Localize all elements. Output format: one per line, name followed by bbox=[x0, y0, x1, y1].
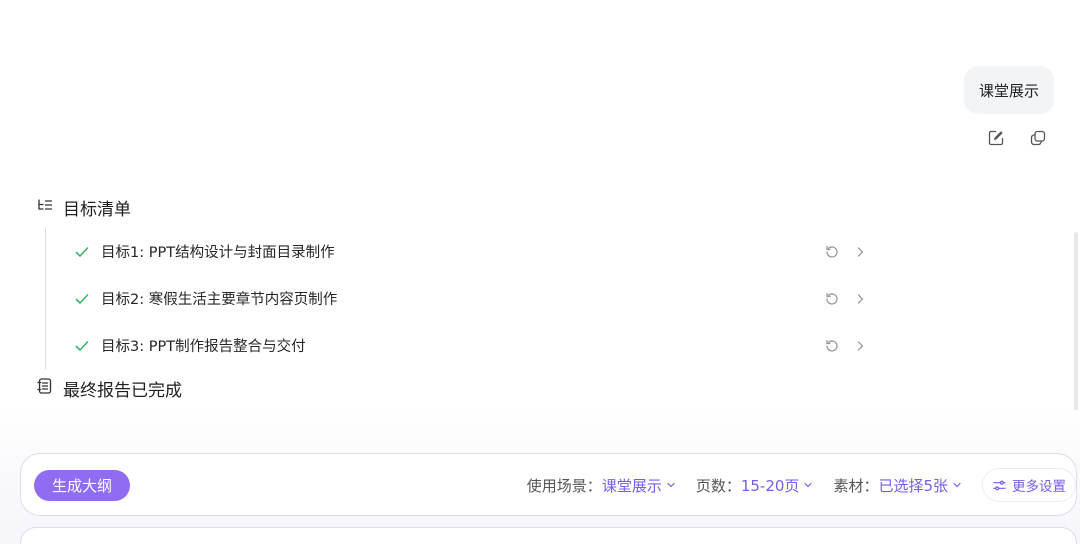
toolbar-options: 使用场景： 课堂展示 页数： 15-20页 素材： 已选择5张 更多设置 bbox=[527, 468, 1076, 502]
more-settings-label: 更多设置 bbox=[1012, 479, 1066, 495]
pages-option[interactable]: 页数： 15-20页 bbox=[696, 475, 814, 496]
final-report-status[interactable]: 最终报告已完成 bbox=[36, 376, 182, 401]
outline-toolbar: 生成大纲 使用场景： 课堂展示 页数： 15-20页 素材： 已选择5张 更多设… bbox=[20, 453, 1077, 516]
generate-outline-button[interactable]: 生成大纲 bbox=[34, 470, 131, 501]
message-actions bbox=[986, 128, 1048, 148]
check-icon bbox=[74, 243, 92, 261]
scene-select[interactable]: 课堂展示 bbox=[602, 475, 662, 496]
pages-select[interactable]: 15-20页 bbox=[741, 475, 800, 496]
goal-label: 目标3: PPT制作报告整合与交付 bbox=[101, 339, 306, 355]
report-icon bbox=[36, 377, 54, 400]
goal-item[interactable]: 目标2: 寒假生活主要章节内容页制作 bbox=[46, 275, 876, 322]
more-settings-button[interactable]: 更多设置 bbox=[982, 468, 1076, 502]
goals-list: 目标1: PPT结构设计与封面目录制作 目标2: 寒假生活主要章节内容页制作 目… bbox=[45, 228, 876, 369]
chevron-right-icon[interactable] bbox=[854, 246, 866, 258]
chevron-down-icon bbox=[803, 480, 813, 490]
user-message-text: 课堂展示 bbox=[978, 81, 1039, 100]
goal-label: 目标1: PPT结构设计与封面目录制作 bbox=[101, 245, 335, 261]
scrollbar[interactable] bbox=[1074, 232, 1078, 434]
user-message-bubble: 课堂展示 bbox=[963, 66, 1054, 114]
chevron-down-icon bbox=[666, 480, 676, 490]
scene-option[interactable]: 使用场景： 课堂展示 bbox=[527, 475, 676, 496]
edit-icon[interactable] bbox=[986, 128, 1006, 148]
retry-icon[interactable] bbox=[824, 338, 840, 354]
sliders-icon bbox=[992, 478, 1007, 493]
copy-icon[interactable] bbox=[1028, 128, 1048, 148]
check-icon bbox=[74, 290, 92, 308]
material-label: 素材： bbox=[833, 476, 879, 495]
goals-title: 目标清单 bbox=[63, 200, 131, 220]
check-icon bbox=[74, 337, 92, 355]
chevron-right-icon[interactable] bbox=[854, 293, 866, 305]
retry-icon[interactable] bbox=[824, 291, 840, 307]
goal-label: 目标2: 寒假生活主要章节内容页制作 bbox=[101, 292, 338, 308]
chevron-right-icon[interactable] bbox=[854, 340, 866, 352]
goal-item[interactable]: 目标1: PPT结构设计与封面目录制作 bbox=[46, 228, 876, 275]
chat-input-box[interactable] bbox=[20, 527, 1077, 544]
chevron-down-icon bbox=[952, 480, 962, 490]
material-option[interactable]: 素材： 已选择5张 bbox=[833, 475, 962, 496]
retry-icon[interactable] bbox=[824, 244, 840, 260]
scene-label: 使用场景： bbox=[526, 476, 602, 495]
report-status-label: 最终报告已完成 bbox=[63, 381, 182, 401]
checklist-icon bbox=[36, 196, 54, 219]
goals-header: 目标清单 bbox=[36, 195, 131, 220]
pages-label: 页数： bbox=[695, 476, 741, 495]
chat-page: 课堂展示 目标清单 目标1: PPT结构设计与封面目录制作 目标2: 寒假生活主… bbox=[0, 0, 1080, 544]
material-select[interactable]: 已选择5张 bbox=[878, 475, 948, 496]
goal-item[interactable]: 目标3: PPT制作报告整合与交付 bbox=[46, 322, 876, 369]
